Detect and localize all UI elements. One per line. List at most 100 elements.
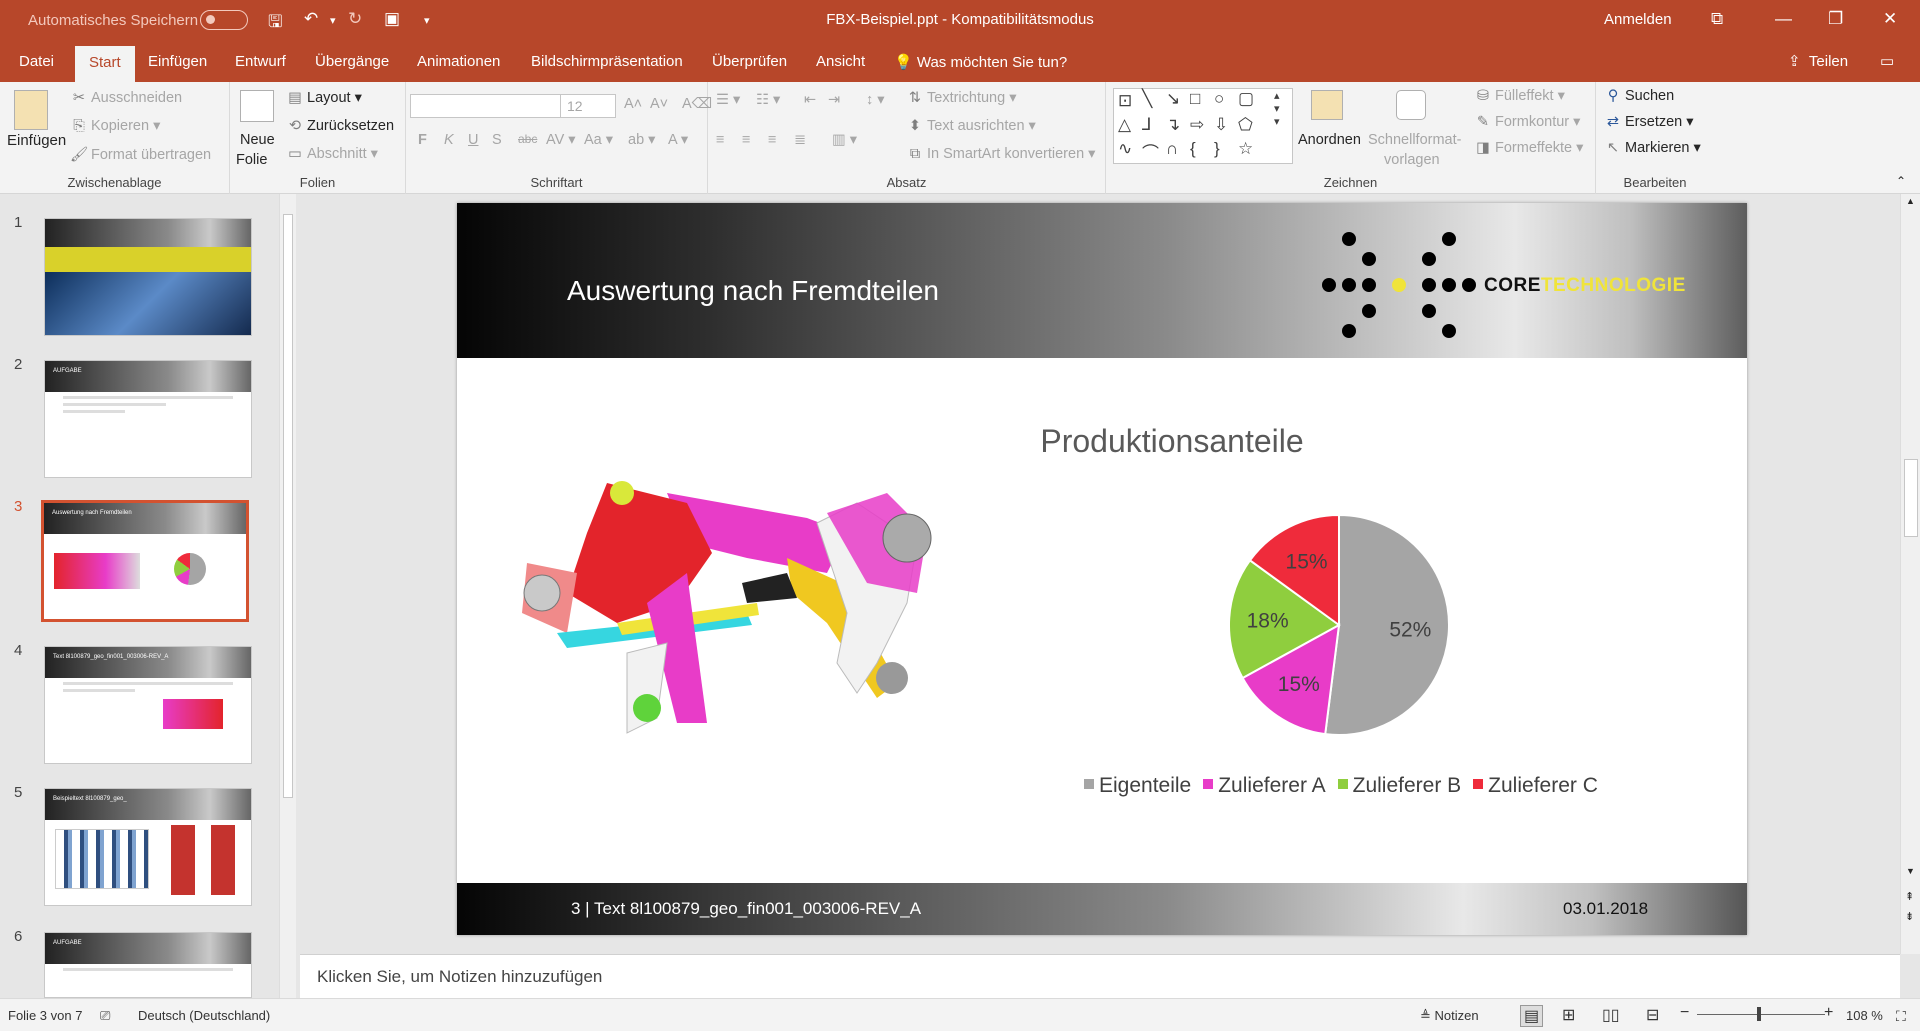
shape-fill-button[interactable]: ⛁ Fülleffekt ▾ <box>1474 88 1565 104</box>
align-center-icon[interactable]: ≡ <box>742 132 750 148</box>
slide-thumbnail-2[interactable]: AUFGABE <box>44 360 252 478</box>
replace-button[interactable]: ⇄ Ersetzen ▾ <box>1604 114 1694 130</box>
notes-pane[interactable]: Klicken Sie, um Notizen hinzuzufügen <box>300 954 1900 998</box>
paste-icon[interactable] <box>14 90 48 130</box>
slide-title[interactable]: Auswertung nach Fremdteilen <box>567 275 939 307</box>
next-slide-icon[interactable]: ⇟ <box>1905 910 1914 923</box>
smartart-button[interactable]: ⧉ In SmartArt konvertieren ▾ <box>906 146 1096 162</box>
previous-slide-icon[interactable]: ⇞ <box>1905 890 1914 903</box>
language-indicator[interactable]: Deutsch (Deutschland) <box>138 1008 270 1023</box>
format-painter-button[interactable]: 🖌 Format übertragen <box>70 146 211 163</box>
tab-entwurf[interactable]: Entwurf <box>235 53 286 70</box>
find-button[interactable]: ⚲ Suchen <box>1604 88 1675 104</box>
normal-view-icon[interactable]: ▤ <box>1520 1005 1544 1027</box>
elbow-connector-icon[interactable]: ⅃ <box>1142 115 1151 135</box>
scrollbar-thumb[interactable] <box>283 214 293 798</box>
shrink-font-icon[interactable]: A˅ <box>650 96 668 112</box>
slide-sorter-icon[interactable]: ⊞ <box>1562 1005 1575 1025</box>
restore-icon[interactable]: ❐ <box>1828 9 1843 29</box>
arrange-icon[interactable] <box>1311 90 1343 120</box>
align-text-button[interactable]: ⬍ Text ausrichten ▾ <box>906 118 1036 134</box>
slide-thumbnail-3[interactable]: Auswertung nach Fremdteilen <box>41 500 249 622</box>
line-spacing-icon[interactable]: ↕ ▾ <box>866 92 885 108</box>
line-shape-icon[interactable]: ╲ <box>1142 89 1152 109</box>
star-shape-icon[interactable]: ☆ <box>1238 139 1253 159</box>
increase-indent-icon[interactable]: ⇥ <box>828 92 840 108</box>
quick-styles-label-1[interactable]: Schnellformat- <box>1368 132 1461 148</box>
minimize-icon[interactable]: — <box>1775 9 1792 29</box>
text-direction-button[interactable]: ⇅ Textrichtung ▾ <box>906 90 1017 106</box>
slide-thumbnail-5[interactable]: Beispieltext 8l100879_geo_ <box>44 788 252 906</box>
highlight-icon[interactable]: ab ▾ <box>628 132 655 148</box>
comments-icon[interactable]: ▭ <box>1880 52 1894 70</box>
slide-thumbnail-6[interactable]: AUFGABE <box>44 932 252 998</box>
align-left-icon[interactable]: ≡ <box>716 132 724 148</box>
numbering-icon[interactable]: ☷ ▾ <box>756 92 780 108</box>
tab-ansicht[interactable]: Ansicht <box>816 53 865 70</box>
ribbon-display-icon[interactable]: ⧉ <box>1711 9 1723 29</box>
underline-button[interactable]: U <box>468 132 478 148</box>
new-slide-icon[interactable] <box>240 90 274 122</box>
zoom-slider-track[interactable] <box>1697 1014 1825 1015</box>
columns-icon[interactable]: ▥ ▾ <box>832 132 857 148</box>
quick-styles-label-2[interactable]: vorlagen <box>1384 152 1440 168</box>
arrow-shape-icon[interactable]: ↘ <box>1166 89 1180 109</box>
share-button[interactable]: ⇪ Teilen <box>1788 52 1848 70</box>
slide-footer-date[interactable]: 03.01.2018 <box>1563 899 1648 919</box>
tab-ueberpruefen[interactable]: Überprüfen <box>712 53 787 70</box>
decrease-indent-icon[interactable]: ⇤ <box>804 92 816 108</box>
rectangle-shape-icon[interactable]: □ <box>1190 89 1200 109</box>
slide-thumbnail-1[interactable] <box>44 218 252 336</box>
font-name-box[interactable] <box>410 94 562 118</box>
elbow-arrow-icon[interactable]: ↴ <box>1166 115 1180 135</box>
char-spacing-icon[interactable]: AV ▾ <box>546 132 576 148</box>
curve-shape-icon[interactable]: ∩ <box>1166 139 1178 159</box>
tab-datei[interactable]: Datei <box>19 53 54 70</box>
new-slide-label-2[interactable]: Folie <box>236 152 267 168</box>
scrollbar-thumb[interactable] <box>1904 459 1918 537</box>
quick-styles-icon[interactable] <box>1396 90 1426 120</box>
new-slide-label-1[interactable]: Neue <box>240 132 275 148</box>
cut-button[interactable]: ✂ Ausschneiden <box>70 90 182 106</box>
zoom-out-icon[interactable]: − <box>1680 1004 1689 1022</box>
zoom-slider-thumb[interactable] <box>1757 1007 1761 1021</box>
close-icon[interactable]: ✕ <box>1883 9 1897 29</box>
slide-canvas[interactable]: Auswertung nach Fremdteilen CORETECHNOLO… <box>457 203 1747 935</box>
bullets-icon[interactable]: ☰ ▾ <box>716 92 740 108</box>
font-color-icon[interactable]: A ▾ <box>668 132 688 148</box>
right-arrow-shape-icon[interactable]: ⇨ <box>1190 115 1204 135</box>
shape-outline-button[interactable]: ✎ Formkontur ▾ <box>1474 114 1581 130</box>
text-shadow-button[interactable]: S <box>492 132 502 148</box>
paste-button[interactable]: Einfügen <box>7 132 66 149</box>
bold-button[interactable]: F <box>418 132 427 148</box>
arc-shape-icon[interactable]: ⌒ <box>1142 139 1159 164</box>
pie-chart[interactable]: 52% 15% 18% 15% <box>1219 505 1459 745</box>
italic-button[interactable]: K <box>444 132 454 148</box>
slide-footer-text[interactable]: 3 | Text 8l100879_geo_fin001_003006-REV_… <box>571 899 921 919</box>
tab-animationen[interactable]: Animationen <box>417 53 500 70</box>
tab-uebergaenge[interactable]: Übergänge <box>315 53 389 70</box>
slide-scrollbar[interactable]: ▲ ▼ ⇞ ⇟ <box>1900 194 1920 954</box>
change-case-icon[interactable]: Aa ▾ <box>584 132 613 148</box>
section-button[interactable]: ▭ Abschnitt ▾ <box>286 146 378 162</box>
right-brace-shape-icon[interactable]: } <box>1214 139 1220 159</box>
sign-in-link[interactable]: Anmelden <box>1604 11 1672 28</box>
justify-icon[interactable]: ≣ <box>794 132 806 148</box>
shape-effects-button[interactable]: ◨ Formeffekte ▾ <box>1474 140 1583 156</box>
tell-me-box[interactable]: 💡 Was möchten Sie tun? <box>894 53 1067 71</box>
zoom-level[interactable]: 108 % <box>1846 1008 1883 1023</box>
layout-button[interactable]: ▤ Layout ▾ <box>286 90 362 106</box>
suspension-assembly-image[interactable] <box>497 463 957 763</box>
tab-einfuegen[interactable]: Einfügen <box>148 53 207 70</box>
spellcheck-icon[interactable]: ⎚ <box>100 1008 110 1024</box>
shapes-more-icon[interactable]: ▴ ▾ ▾ <box>1274 89 1280 128</box>
fit-slide-icon[interactable]: ⛶ <box>1896 1008 1906 1025</box>
notes-toggle[interactable]: ≜ Notizen <box>1420 1008 1479 1024</box>
grow-font-icon[interactable]: A˄ <box>624 96 642 112</box>
reading-view-icon[interactable]: ▯▯ <box>1602 1005 1620 1025</box>
rounded-rect-shape-icon[interactable]: ▢ <box>1238 89 1254 109</box>
align-right-icon[interactable]: ≡ <box>768 132 776 148</box>
pentagon-shape-icon[interactable]: ⬠ <box>1238 115 1253 135</box>
shapes-gallery[interactable]: ⊡ ╲ ↘ □ ○ ▢ △ ⅃ ↴ ⇨ ⇩ ⬠ ∿ ⌒ ∩ { } ☆ ▴ ▾ ▾ <box>1113 88 1293 164</box>
freeform-shape-icon[interactable]: ∿ <box>1118 139 1132 159</box>
